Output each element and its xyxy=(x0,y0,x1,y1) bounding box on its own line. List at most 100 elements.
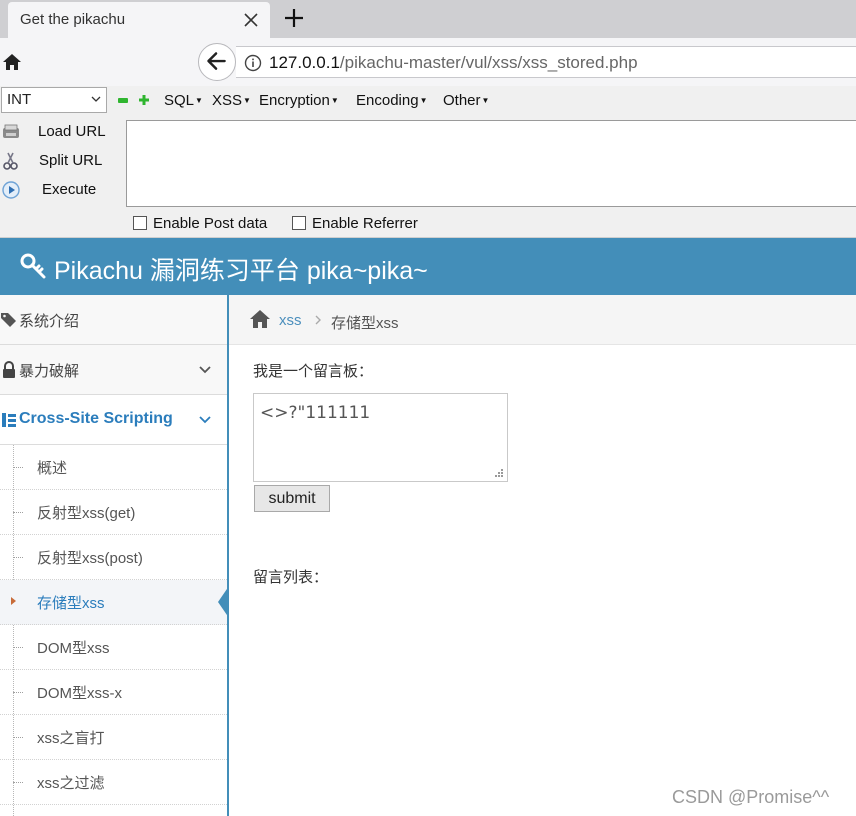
tree-connector xyxy=(13,557,23,558)
tree-connector xyxy=(13,692,23,693)
message-textarea[interactable]: <>?"111111 xyxy=(253,393,508,482)
execute-label: Execute xyxy=(42,181,97,198)
sidebar-item-label: 系统介绍 xyxy=(19,313,80,330)
message-list-label: 留言列表： xyxy=(253,569,329,586)
sidebar-item-xss[interactable]: Cross-Site Scripting xyxy=(0,395,227,445)
home-icon[interactable] xyxy=(2,52,22,72)
sidebar-submenu: 概述 反射型xss(get) 反射型xss(post) 存储型xss DOM型x… xyxy=(0,445,229,816)
minus-icon[interactable] xyxy=(118,98,128,103)
back-button[interactable] xyxy=(198,43,236,81)
split-url-label: Split URL xyxy=(39,152,103,169)
message-board-label: 我是一个留言板： xyxy=(253,363,374,380)
submenu-item-label: xss之过滤 xyxy=(37,775,105,792)
main-content: xss 存储型xss 我是一个留言板： <>?"111111 submit 留言… xyxy=(229,295,856,816)
tree-connector xyxy=(13,467,23,468)
load-url-button[interactable]: Load URL xyxy=(0,119,120,145)
watermark: CSDN @Promise^^ xyxy=(672,787,830,807)
menu-sql-label: SQL xyxy=(164,92,195,109)
url-bar[interactable]: 127.0.0.1/pikachu-master/vul/xss/xss_sto… xyxy=(236,46,856,78)
dropdown-arrow-icon: ▼ xyxy=(419,96,428,105)
chevron-down-icon xyxy=(91,96,101,102)
plus-icon[interactable] xyxy=(283,7,305,29)
dropdown-arrow-icon: ▼ xyxy=(195,96,203,105)
dropdown-arrow-icon: ▼ xyxy=(330,96,339,105)
dropdown-arrow-icon: ▼ xyxy=(481,96,490,105)
scissors-icon xyxy=(3,152,18,170)
browser-tab-strip: Get the pikachu xyxy=(0,0,856,38)
tab-title: Get the pikachu xyxy=(20,11,126,28)
submenu-item-active[interactable]: 存储型xss xyxy=(0,580,229,625)
split-url-button[interactable]: Split URL xyxy=(0,148,120,174)
play-icon xyxy=(2,181,20,199)
int-select-value: INT xyxy=(7,91,32,108)
breadcrumb-current: 存储型xss xyxy=(331,315,399,332)
submenu-item[interactable]: xss之过滤 xyxy=(0,760,227,805)
sitemap-icon xyxy=(2,413,16,427)
submenu-item-label: xss之盲打 xyxy=(37,730,105,747)
sidebar-item-intro[interactable]: 系统介绍 xyxy=(0,295,227,345)
chevron-right-icon xyxy=(315,315,321,325)
caret-right-icon xyxy=(11,597,16,605)
submenu-item-label: 反射型xss(get) xyxy=(37,505,136,522)
sidebar: 系统介绍 暴力破解 Cross-Site Scripting 概述 反射型xss… xyxy=(0,295,229,816)
submenu-item[interactable]: 反射型xss(get) xyxy=(0,490,227,535)
tree-connector xyxy=(13,782,23,783)
load-url-icon xyxy=(3,124,19,138)
submenu-item[interactable]: DOM型xss-x xyxy=(0,670,227,715)
checkbox-box[interactable] xyxy=(292,216,306,230)
home-icon[interactable] xyxy=(249,309,271,329)
tree-connector xyxy=(13,737,23,738)
url-host: 127.0.0.1 xyxy=(269,53,340,72)
menu-other[interactable]: Other▼ xyxy=(443,92,489,109)
load-url-label: Load URL xyxy=(38,123,106,140)
resize-grip-icon[interactable] xyxy=(494,468,504,478)
active-pointer-icon xyxy=(218,586,229,618)
info-icon[interactable] xyxy=(244,54,262,72)
arrow-left-icon xyxy=(207,52,226,70)
hackbar-url-textarea[interactable] xyxy=(126,120,856,207)
sidebar-item-bruteforce[interactable]: 暴力破解 xyxy=(0,345,227,395)
browser-nav-bar: 127.0.0.1/pikachu-master/vul/xss/xss_sto… xyxy=(0,38,856,86)
menu-sql[interactable]: SQL▼ xyxy=(164,92,203,109)
sidebar-item-label: 暴力破解 xyxy=(19,363,80,380)
close-icon[interactable] xyxy=(242,11,260,29)
int-select[interactable]: INT xyxy=(1,87,107,113)
menu-other-label: Other xyxy=(443,92,481,109)
submenu-item-label: 概述 xyxy=(37,460,68,477)
submenu-item-label: 存储型xss xyxy=(37,595,105,612)
site-header: Pikachu 漏洞练习平台 pika~pika~ xyxy=(0,238,856,295)
lock-icon xyxy=(3,361,15,378)
dropdown-arrow-icon: ▼ xyxy=(243,96,251,105)
plus-icon[interactable] xyxy=(139,95,149,105)
menu-xss[interactable]: XSS▼ xyxy=(212,92,251,109)
tree-connector xyxy=(13,512,23,513)
message-text: <>?"111111 xyxy=(260,403,371,423)
menu-encoding[interactable]: Encoding▼ xyxy=(356,92,427,109)
site-title[interactable]: Pikachu 漏洞练习平台 pika~pika~ xyxy=(54,251,428,287)
enable-referrer-label: Enable Referrer xyxy=(312,215,418,232)
menu-encoding-label: Encoding xyxy=(356,92,419,109)
tree-connector xyxy=(13,647,23,648)
submenu-item-label: DOM型xss-x xyxy=(37,685,122,702)
checkbox-box[interactable] xyxy=(133,216,147,230)
submenu-item[interactable]: 概述 xyxy=(0,445,227,490)
chevron-down-icon xyxy=(199,366,211,374)
breadcrumb: xss 存储型xss xyxy=(229,295,856,345)
submenu-item[interactable]: DOM型xss xyxy=(0,625,227,670)
submit-button[interactable]: submit xyxy=(254,485,330,512)
submenu-item[interactable]: xss之盲打 xyxy=(0,715,227,760)
enable-post-checkbox[interactable]: Enable Post data xyxy=(133,215,267,233)
url-path: /pikachu-master/vul/xss/xss_stored.php xyxy=(339,53,638,72)
submenu-item[interactable]: 反射型xss(post) xyxy=(0,535,227,580)
menu-xss-label: XSS xyxy=(212,92,243,109)
sidebar-item-label: Cross-Site Scripting xyxy=(19,410,173,427)
key-icon xyxy=(20,253,46,279)
breadcrumb-link-xss[interactable]: xss xyxy=(279,312,302,329)
menu-encryption[interactable]: Encryption▼ xyxy=(259,92,339,109)
tags-icon xyxy=(1,313,16,327)
enable-referrer-checkbox[interactable]: Enable Referrer xyxy=(292,215,418,233)
submenu-item-label: DOM型xss xyxy=(37,640,110,657)
execute-button[interactable]: Execute xyxy=(0,177,120,203)
url-text: 127.0.0.1/pikachu-master/vul/xss/xss_sto… xyxy=(269,53,638,73)
browser-tab[interactable]: Get the pikachu xyxy=(8,2,270,38)
